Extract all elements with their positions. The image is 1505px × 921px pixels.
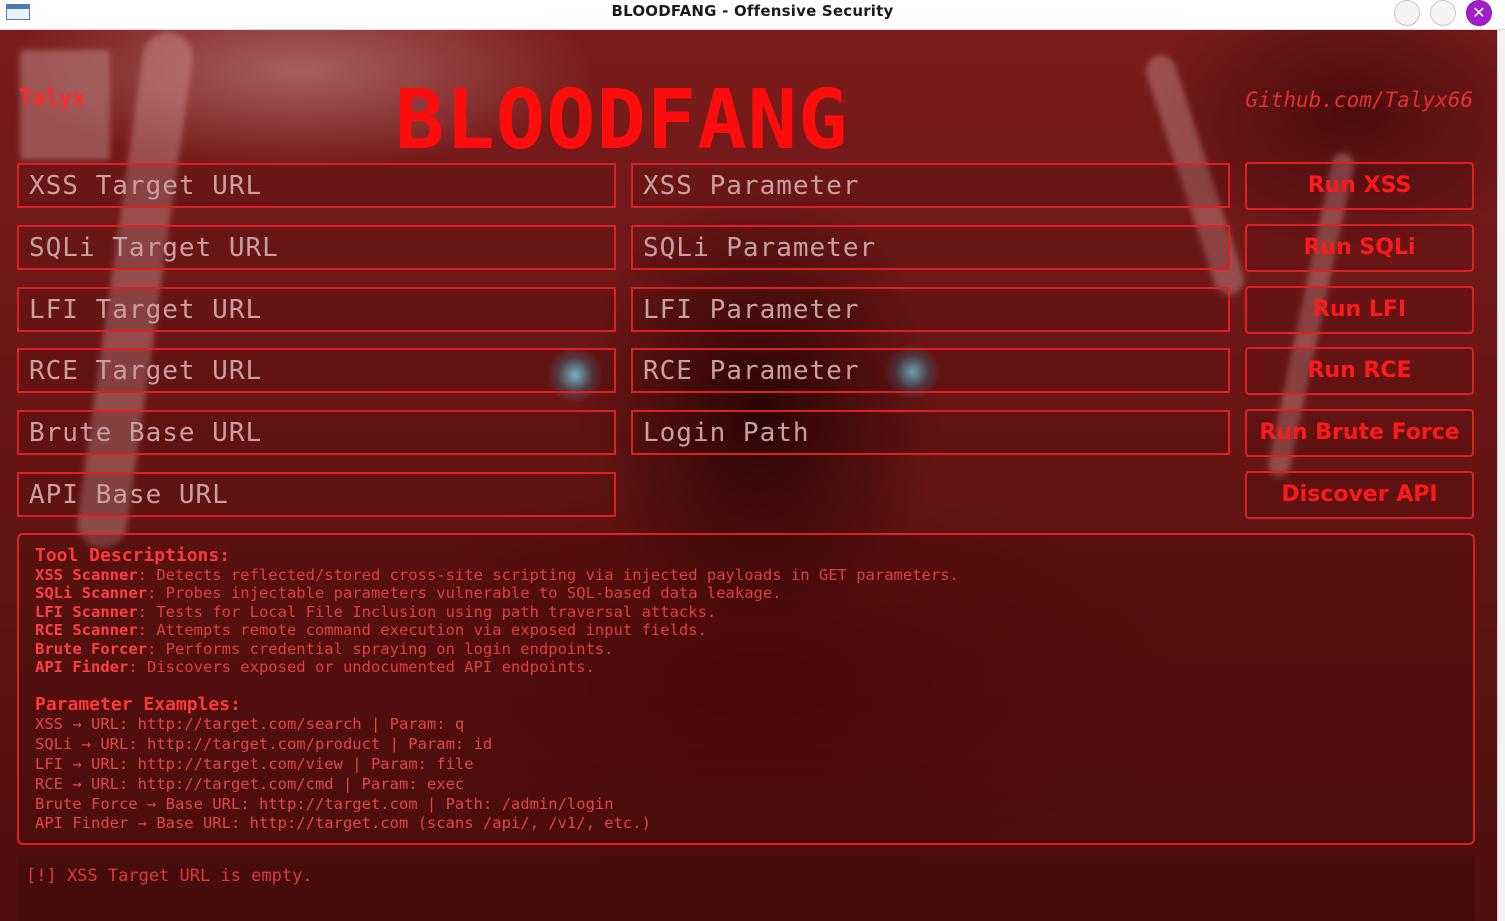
example-line: Brute Force → Base URL: http://target.co… [35, 794, 614, 813]
description-line: RCE Scanner: Attempts remote command exe… [35, 621, 1457, 639]
run-sqli-button[interactable]: Run SQLi [1245, 224, 1474, 272]
status-output[interactable]: [!] XSS Target URL is empty. [17, 856, 1475, 921]
description-line: LFI Scanner: Tests for Local File Inclus… [35, 603, 1457, 621]
lfi-param-input[interactable]: LFI Parameter [631, 287, 1230, 332]
close-button[interactable]: ✕ [1466, 0, 1492, 26]
example-line: API Finder → Base URL: http://target.com… [35, 814, 651, 833]
tool-name: XSS Scanner [35, 566, 138, 584]
tool-description: : Tests for Local File Inclusion using p… [137, 602, 717, 621]
tool-description: : Performs credential spraying on login … [146, 639, 614, 658]
example-line: XSS → URL: http://target.com/search | Pa… [35, 715, 465, 734]
parameter-examples-heading: Parameter Examples: [35, 694, 241, 716]
maximize-button[interactable] [1430, 0, 1456, 26]
window-title: BLOODFANG - Offensive Security [611, 2, 894, 20]
rce-url-input[interactable]: RCE Target URL [17, 348, 616, 393]
tool-name: LFI Scanner [35, 602, 138, 621]
run-rce-button[interactable]: Run RCE [1245, 347, 1474, 395]
tool-name: RCE Scanner [35, 621, 138, 640]
status-message: [!] XSS Target URL is empty. [26, 866, 313, 886]
api-url-input[interactable]: API Base URL [17, 472, 616, 517]
example-line: LFI → URL: http://target.com/view | Para… [35, 755, 474, 774]
tool-name: Brute Forcer [35, 639, 147, 658]
login-path-input[interactable]: Login Path [631, 410, 1230, 455]
description-line: SQLi Scanner: Probes injectable paramete… [35, 584, 1457, 602]
description-line: XSS Scanner: Detects reflected/stored cr… [35, 566, 1457, 584]
tool-description: : Discovers exposed or undocumented API … [128, 658, 595, 677]
brute-url-input[interactable]: Brute Base URL [17, 410, 616, 455]
github-link[interactable]: Github.com/Talyx66 [1245, 88, 1473, 112]
xss-param-input[interactable]: XSS Parameter [631, 163, 1230, 208]
title-bar: BLOODFANG - Offensive Security ✕ [0, 0, 1505, 30]
sqli-url-input[interactable]: SQLi Target URL [17, 225, 616, 270]
xss-url-input[interactable]: XSS Target URL [17, 163, 616, 208]
app-title: BLOODFANG [395, 73, 849, 168]
run-brute-force-button[interactable]: Run Brute Force [1245, 409, 1474, 457]
description-line: Brute Forcer: Performs credential sprayi… [35, 640, 1457, 658]
tool-name: SQLi Scanner [35, 584, 147, 603]
example-line: RCE → URL: http://target.com/cmd | Param… [35, 774, 465, 793]
tool-descriptions-heading: Tool Descriptions: [35, 545, 231, 566]
run-xss-button[interactable]: Run XSS [1245, 162, 1474, 210]
minimize-button[interactable] [1394, 0, 1420, 26]
example-line: SQLi → URL: http://target.com/product | … [35, 735, 493, 754]
app-canvas: Talyx BLOODFANG Github.com/Talyx66 XSS T… [0, 30, 1497, 921]
rce-param-input[interactable]: RCE Parameter [631, 348, 1230, 393]
sqli-param-input[interactable]: SQLi Parameter [631, 225, 1230, 270]
run-lfi-button[interactable]: Run LFI [1245, 286, 1474, 334]
tool-description: : Detects reflected/stored cross-site sc… [137, 566, 959, 584]
tool-name: API Finder [35, 658, 129, 677]
discover-api-button[interactable]: Discover API [1245, 471, 1474, 519]
tool-description: : Probes injectable parameters vulnerabl… [146, 584, 782, 603]
description-line: API Finder: Discovers exposed or undocum… [35, 658, 1457, 676]
window-edge [1497, 30, 1505, 921]
author-label: Talyx [19, 86, 86, 111]
lfi-url-input[interactable]: LFI Target URL [17, 287, 616, 332]
tool-description: : Attempts remote command execution via … [137, 621, 707, 640]
tool-descriptions-panel: Tool Descriptions: XSS Scanner: Detects … [17, 533, 1475, 845]
